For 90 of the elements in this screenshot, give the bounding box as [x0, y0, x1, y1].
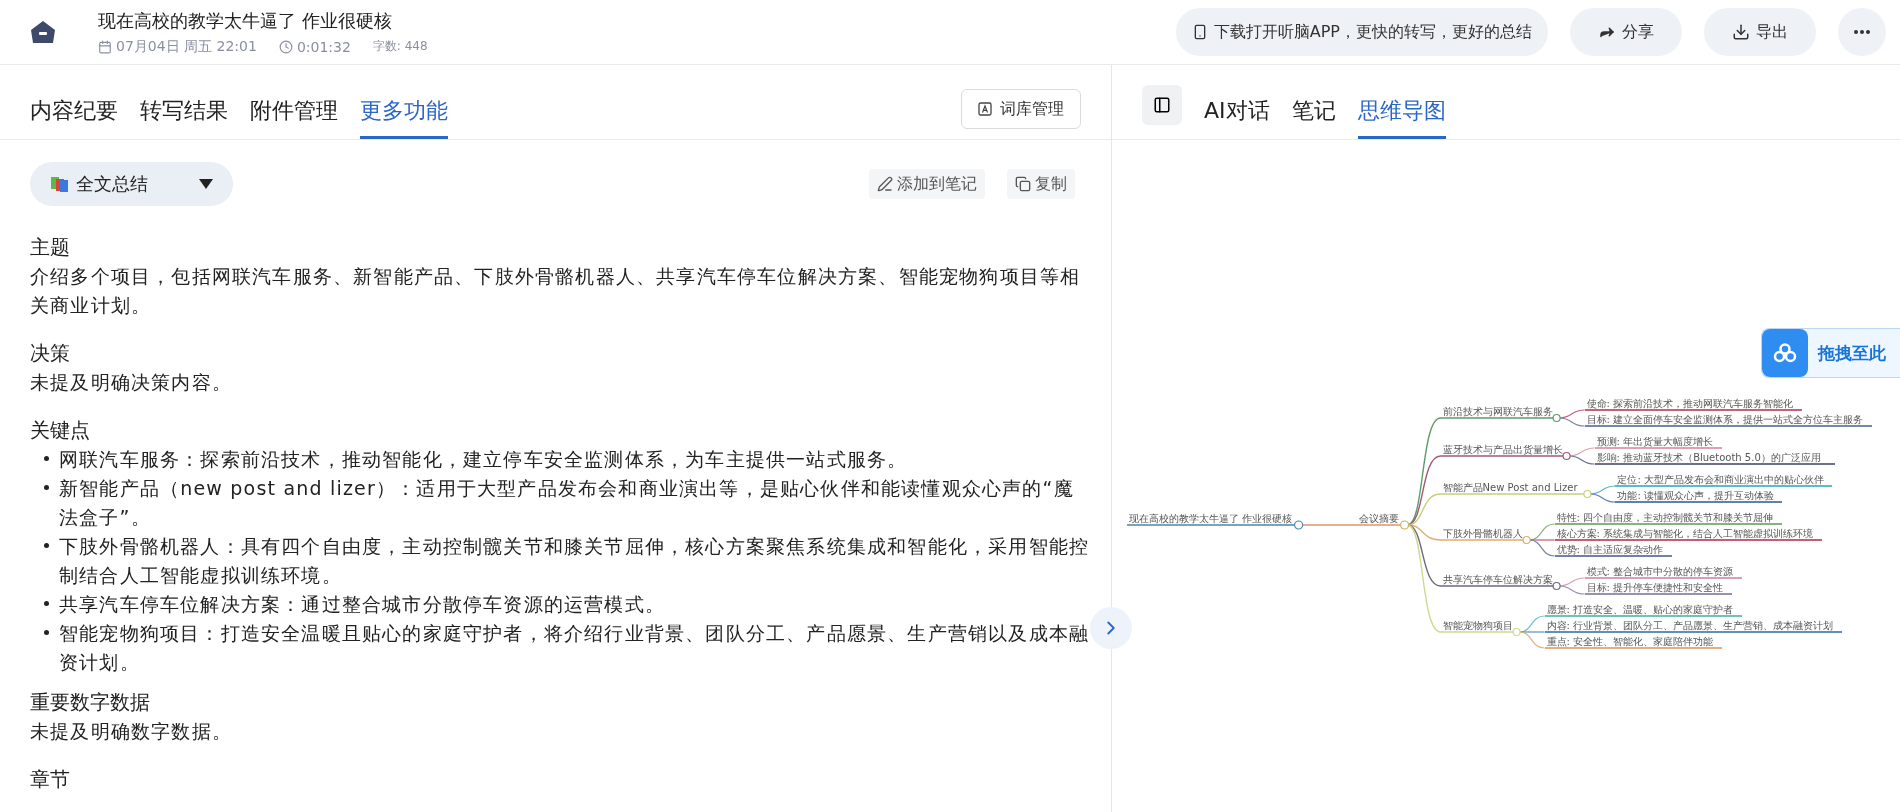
node-label: 影响: 推动蓝牙技术（Bluetooth 5.0）的广泛应用	[1596, 452, 1821, 463]
node-label: 智能宠物狗项目	[1442, 620, 1513, 631]
dictionary-icon	[978, 102, 992, 116]
node-label: 核心方案: 系统集成与智能化，结合人工智能虚拟训练环境	[1556, 528, 1814, 539]
bullet-text: 智能宠物狗项目：打造安全温暖且贴心的家庭守护者，将介绍行业背景、团队分工、产品愿景、生产营销以及成本融资计划。	[59, 621, 1090, 675]
connector-line	[1559, 585, 1586, 595]
promo-banner[interactable]: 下载打开听脑APP，更快的转写，更好的总结	[1175, 8, 1548, 56]
upload-drop-button[interactable]: 拖拽至此	[1761, 328, 1900, 378]
connector-line	[1559, 417, 1586, 427]
download-icon	[1732, 23, 1750, 41]
section-heading: 主题	[30, 234, 71, 261]
tab[interactable]: 思维导图	[1357, 96, 1446, 139]
summary-select[interactable]: 全文总结	[30, 162, 233, 206]
date-text: 07月04日 周五 22:01	[116, 37, 257, 56]
header-button[interactable]: 分享	[1570, 8, 1682, 56]
cloud-icon	[1773, 343, 1797, 363]
clock-icon	[278, 39, 293, 54]
node-label: 下肢外骨骼机器人	[1442, 528, 1523, 539]
section-text: 未提及明确决策内容。	[30, 370, 233, 395]
node-label: 前沿技术与网联汽车服务	[1442, 406, 1553, 417]
bullet-text: 共享汽车停车位解决方案：通过整合城市分散停车资源的运营模式。	[59, 592, 665, 617]
panel-toggle-button[interactable]	[1142, 85, 1182, 125]
tab[interactable]: 笔记	[1291, 96, 1336, 139]
tab[interactable]: 内容纪要	[30, 96, 118, 139]
bullet-dot	[44, 601, 49, 606]
bullet-text: 网联汽车服务：探索前沿技术，推动智能化，建立停车安全监测体系，为车主提供一站式服务。	[59, 447, 908, 472]
node-label: 蓝牙技术与产品出货量增长	[1442, 444, 1563, 455]
tab[interactable]: 转写结果	[140, 96, 228, 139]
section-text: 介绍多个项目，包括网联汽车服务、新智能产品、下肢外骨骼机器人、共享汽车停车位解决方案、智能宠物狗项目等相关商业计划。	[30, 264, 1082, 318]
node-dot	[1552, 413, 1561, 423]
node-label: 现在高校的教学太牛逼了 作业很硬核	[1129, 513, 1293, 524]
node-label: 预测: 年出货量大幅度增长	[1596, 436, 1714, 447]
node-dot	[1583, 489, 1592, 499]
calendar-icon	[98, 39, 112, 54]
connector-line	[1569, 447, 1596, 457]
home-icon[interactable]	[30, 20, 56, 44]
section-heading: 重要数字数据	[30, 689, 151, 716]
word-count: 字数: 448	[372, 38, 428, 55]
node-label: 重点: 安全性、智能化、家庭陪伴功能	[1546, 636, 1714, 647]
node-dot	[1562, 451, 1571, 461]
node-label: 功能: 读懂观众心声，提升互动体验	[1617, 490, 1774, 501]
caret-icon	[199, 179, 213, 189]
node-label: 目标: 提升停车便捷性和安全性	[1586, 582, 1724, 593]
connector-line	[1559, 577, 1586, 587]
node-label: 愿景: 打造安全、温暖、贴心的家庭守护者	[1546, 604, 1734, 615]
section-heading: 章节	[30, 766, 71, 793]
connector-line	[1559, 409, 1586, 419]
pen-icon	[877, 176, 893, 192]
connector-line	[1569, 455, 1596, 465]
section-heading: 关键点	[30, 417, 91, 444]
connector-line	[1589, 493, 1616, 503]
lexicon-button[interactable]: 词库管理	[961, 89, 1081, 129]
toolbar-button[interactable]: 添加到笔记	[869, 169, 985, 199]
node-label: 会议摘要	[1358, 513, 1399, 524]
node-label: 特性: 四个自由度，主动控制髋关节和膝关节屈伸	[1556, 512, 1774, 523]
sidebar-icon	[1153, 96, 1171, 114]
section-heading: 决策	[30, 340, 71, 367]
node-label: 模式: 整合城市中分散的停车资源	[1586, 566, 1734, 577]
document-title: 现在高校的教学太牛逼了 作业很硬核	[98, 8, 393, 33]
node-label: 使命: 探索前沿技术，推动网联汽车服务智能化	[1586, 398, 1794, 409]
node-dot	[1552, 581, 1561, 591]
node-dot	[1512, 627, 1521, 637]
bullet-text: 下肢外骨骼机器人：具有四个自由度，主动控制髋关节和膝关节屈伸，核心方案聚焦系统集成和智能化，采用智能控制结合人工智能虚拟训练环境。	[59, 534, 1090, 588]
promo-text: 下载打开听脑APP，更快的转写，更好的总结	[1213, 21, 1532, 43]
node-label: 目标: 建立全面停车安全监测体系，提供一站式全方位车主服务	[1586, 414, 1864, 425]
node-label: 定位: 大型产品发布会和商业演出中的贴心伙伴	[1617, 474, 1824, 485]
bullet-dot	[44, 630, 49, 635]
copy-icon	[1015, 176, 1031, 192]
toolbar-button[interactable]: 复制	[1007, 169, 1075, 199]
node-label: 智能产品New Post and Lizer	[1442, 482, 1578, 493]
node-dot	[1522, 535, 1531, 545]
header-button[interactable]: 导出	[1704, 8, 1816, 56]
node-label: 共享汽车停车位解决方案	[1442, 574, 1553, 585]
bullet-text: 新智能产品（new post and lizer）：适用于大型产品发布会和商业演出等，是贴心伙伴和能读懂观众心声的“魔法盒子”。	[59, 476, 1075, 530]
book-icon	[50, 175, 70, 193]
tab[interactable]: 附件管理	[250, 96, 338, 139]
bullet-dot	[44, 543, 49, 548]
node-label: 优势: 自主适应复杂动作	[1556, 544, 1664, 555]
section-text: 未提及明确数字数据。	[30, 719, 233, 744]
upload-text: 拖拽至此	[1818, 341, 1886, 365]
bullet-dot	[44, 456, 49, 461]
more-icon	[1854, 30, 1870, 34]
node-dot	[1400, 520, 1410, 530]
node-dot	[1294, 520, 1304, 530]
connector-line	[1589, 485, 1616, 495]
bullet-dot	[44, 485, 49, 490]
node-label: 内容: 行业背景、团队分工、产品愿景、生产营销、成本融资计划	[1546, 620, 1834, 631]
tab[interactable]: 更多功能	[360, 96, 448, 139]
duration-text: 0:01:32	[296, 38, 351, 55]
tab[interactable]: AI对话	[1204, 96, 1270, 139]
